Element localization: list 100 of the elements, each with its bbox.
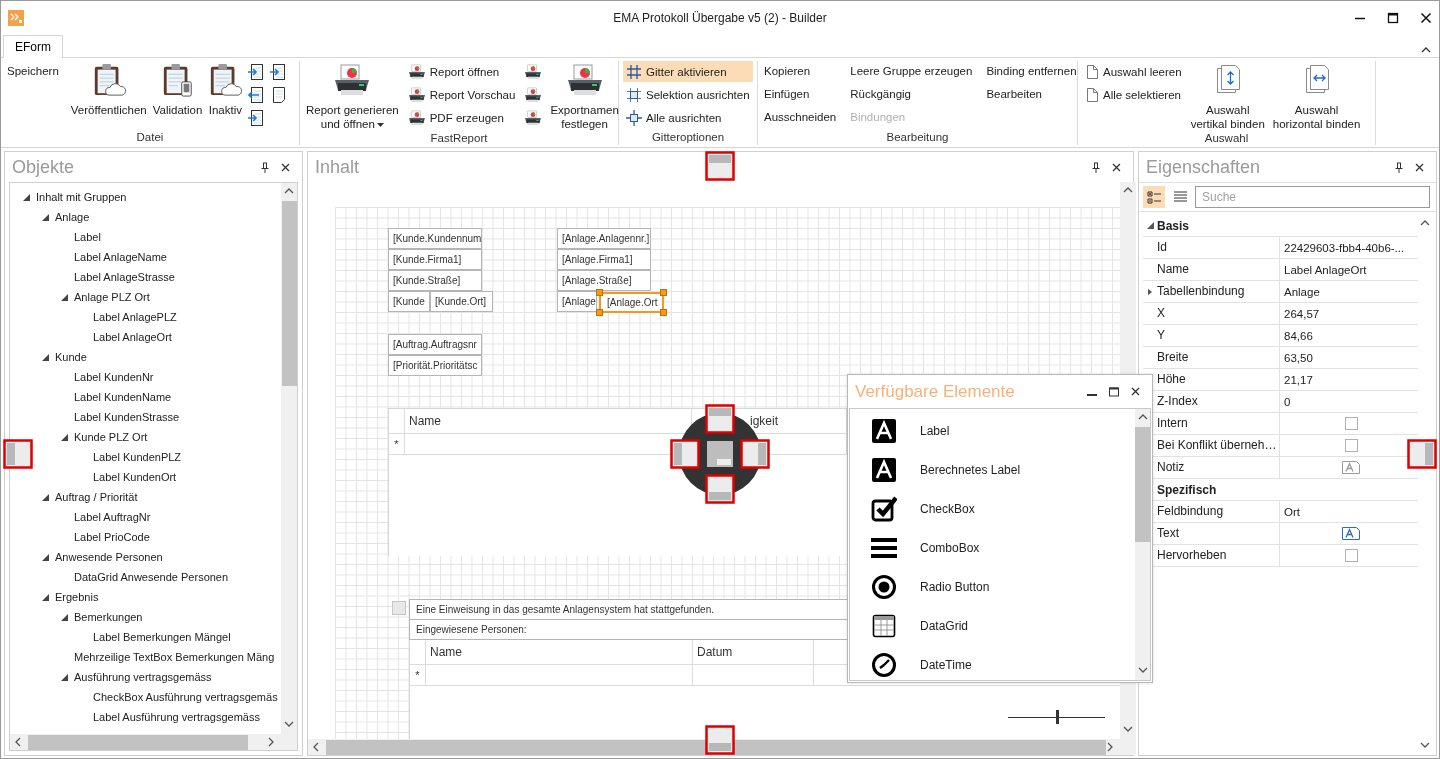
column-header[interactable]: Name	[426, 640, 693, 664]
checkbox[interactable]	[1344, 439, 1358, 452]
tree-item[interactable]: Label AnlageStrasse	[74, 271, 175, 283]
tree-item[interactable]: Label KundenName	[74, 391, 172, 403]
tree-item[interactable]: Label AnlageOrt	[93, 331, 172, 343]
property-value[interactable]: Label AnlageOrt	[1284, 263, 1367, 276]
element-item[interactable]: CheckBox	[920, 501, 975, 516]
dock-guide-icon[interactable]	[1, 437, 35, 471]
canvas-label[interactable]: [Kunde.Kundennum	[388, 228, 482, 249]
ribbon-button[interactable]: Validation	[150, 61, 205, 117]
tree-item[interactable]: Label Ausführung vertragsgemäss	[93, 711, 260, 723]
ribbon-button[interactable]: Binding entfernen	[984, 61, 1079, 82]
tree-item[interactable]: Label AnlageName	[74, 251, 167, 263]
tree-item[interactable]: Anwesende Personen	[55, 551, 163, 563]
printer-icon[interactable]	[524, 109, 543, 126]
slider-thumb[interactable]	[1055, 710, 1059, 724]
element-item[interactable]: DataGrid	[920, 618, 969, 633]
scrollbar[interactable]	[10, 734, 281, 750]
expanded-arrow-icon[interactable]	[23, 193, 30, 201]
expanded-arrow-icon[interactable]	[61, 433, 68, 441]
tree-item[interactable]: Kunde	[55, 351, 87, 363]
property-value[interactable]: 0	[1284, 395, 1291, 408]
close-icon[interactable]	[1112, 162, 1121, 172]
canvas-label[interactable]: [Priorität.Prioritätsc	[388, 355, 482, 376]
ribbon-button[interactable]: Auswahl vertikal binden	[1188, 61, 1267, 131]
ribbon-button[interactable]: Bearbeiten	[984, 84, 1079, 105]
canvas-label[interactable]: [Anlage	[557, 291, 597, 312]
expanded-arrow-icon[interactable]	[61, 293, 68, 301]
selection-frame[interactable]: [Anlage.Ort	[599, 292, 664, 313]
section-header[interactable]: Basis	[1157, 218, 1190, 233]
dock-guide-icon[interactable]	[703, 149, 737, 183]
resize-handle[interactable]	[660, 289, 667, 296]
pin-icon[interactable]	[1395, 161, 1403, 173]
text-editor-icon[interactable]	[1342, 527, 1360, 540]
tree-item[interactable]: DataGrid Anwesende Personen	[74, 571, 229, 583]
ribbon-button[interactable]: Inaktiv	[206, 61, 245, 117]
property-value[interactable]: Anlage	[1284, 285, 1320, 298]
expanded-arrow-icon[interactable]	[1146, 222, 1154, 229]
tree-item[interactable]: Anlage	[55, 211, 90, 223]
ribbon-button[interactable]: Speichern	[5, 61, 61, 82]
canvas-label[interactable]: [Anlage.Ort	[607, 294, 658, 311]
tree-item[interactable]: Kunde PLZ Ort	[74, 431, 148, 443]
expanded-arrow-icon[interactable]	[42, 213, 49, 221]
canvas-label[interactable]: [Anlage.Straße]	[557, 270, 651, 291]
canvas-label[interactable]: [Anlage.Firma1]	[557, 249, 651, 270]
tree-item[interactable]: Label	[74, 231, 101, 243]
close-icon[interactable]	[1415, 162, 1424, 172]
checkbox[interactable]	[392, 601, 406, 615]
maximize-icon[interactable]	[1109, 386, 1119, 397]
expanded-arrow-icon[interactable]	[42, 553, 49, 561]
ribbon-button[interactable]: Report Vorschau	[404, 84, 519, 105]
ribbon-button[interactable]: Rückgängig	[848, 84, 975, 105]
canvas-label[interactable]: [Kunde.Ort]	[430, 291, 493, 312]
tree-item[interactable]: Label KundenPLZ	[93, 451, 182, 463]
element-item[interactable]: Radio Button	[920, 579, 990, 594]
canvas-label[interactable]: [Kunde.Straße]	[388, 270, 482, 291]
ribbon-button[interactable]: Gitter aktivieren	[623, 61, 753, 82]
ribbon-button[interactable]: Veröffentlichen	[68, 61, 149, 117]
expanded-arrow-icon[interactable]	[61, 673, 68, 681]
checkbox[interactable]	[1344, 417, 1358, 430]
maximize-icon[interactable]	[1387, 11, 1399, 24]
scrollbar[interactable]	[281, 183, 297, 734]
tree-item[interactable]: CheckBox Ausführung vertragsgemäs	[93, 691, 278, 703]
dock-guide-icon[interactable]	[703, 723, 737, 757]
printer-icon[interactable]	[524, 86, 543, 103]
tree-item[interactable]: Label KundenStrasse	[74, 411, 180, 423]
expanded-arrow-icon[interactable]	[42, 353, 49, 361]
ribbon-button[interactable]: Alle selektieren	[1082, 84, 1185, 105]
tree-item[interactable]: Ausführung vertragsgemäss	[74, 671, 212, 683]
close-icon[interactable]	[1420, 11, 1432, 24]
ribbon-button[interactable]: Ausschneiden	[762, 107, 839, 128]
tree-item[interactable]: Bemerkungen	[74, 611, 143, 623]
tree-item[interactable]: Label Bemerkungen Mängel	[93, 631, 231, 643]
ribbon-button[interactable]: Auswahl horizontal binden	[1270, 61, 1363, 131]
resize-handle[interactable]	[596, 289, 603, 296]
resize-handle[interactable]	[596, 309, 603, 316]
ribbon-button[interactable]: Auswahl leeren	[1082, 61, 1185, 82]
element-item[interactable]: DateTime	[920, 657, 972, 672]
tree-item[interactable]: Label PrioCode	[74, 531, 150, 543]
property-value[interactable]: 22429603-fbb4-40b6-...	[1284, 241, 1405, 254]
checkbox[interactable]	[1344, 549, 1358, 562]
section-header[interactable]: Spezifisch	[1157, 482, 1217, 497]
printer-icon[interactable]	[524, 63, 543, 80]
canvas-label[interactable]: [Auftrag.Auftragsnr	[388, 334, 482, 355]
property-value[interactable]: 264,57	[1284, 307, 1320, 320]
canvas-label[interactable]: [Kunde.Firma1]	[388, 249, 482, 270]
tree-item[interactable]: Inhalt mit Gruppen	[36, 191, 127, 203]
close-icon[interactable]	[281, 162, 290, 172]
tree-item[interactable]: Ergebnis	[55, 591, 99, 603]
search-field[interactable]: Suche	[1195, 186, 1430, 208]
categorized-view-button[interactable]	[1143, 186, 1165, 208]
pin-icon[interactable]	[1092, 161, 1100, 173]
ribbon-button[interactable]: Kopieren	[762, 61, 839, 82]
scrollbar[interactable]	[1135, 409, 1150, 680]
element-item[interactable]: ComboBox	[920, 540, 980, 555]
text-editor-icon[interactable]	[1342, 461, 1360, 474]
ribbon-button[interactable]: Leere Gruppe erzeugen	[848, 61, 975, 82]
expanded-arrow-icon[interactable]	[42, 593, 49, 601]
tree-item[interactable]: Anlage PLZ Ort	[74, 291, 150, 303]
property-value[interactable]: 21,17	[1284, 373, 1313, 386]
